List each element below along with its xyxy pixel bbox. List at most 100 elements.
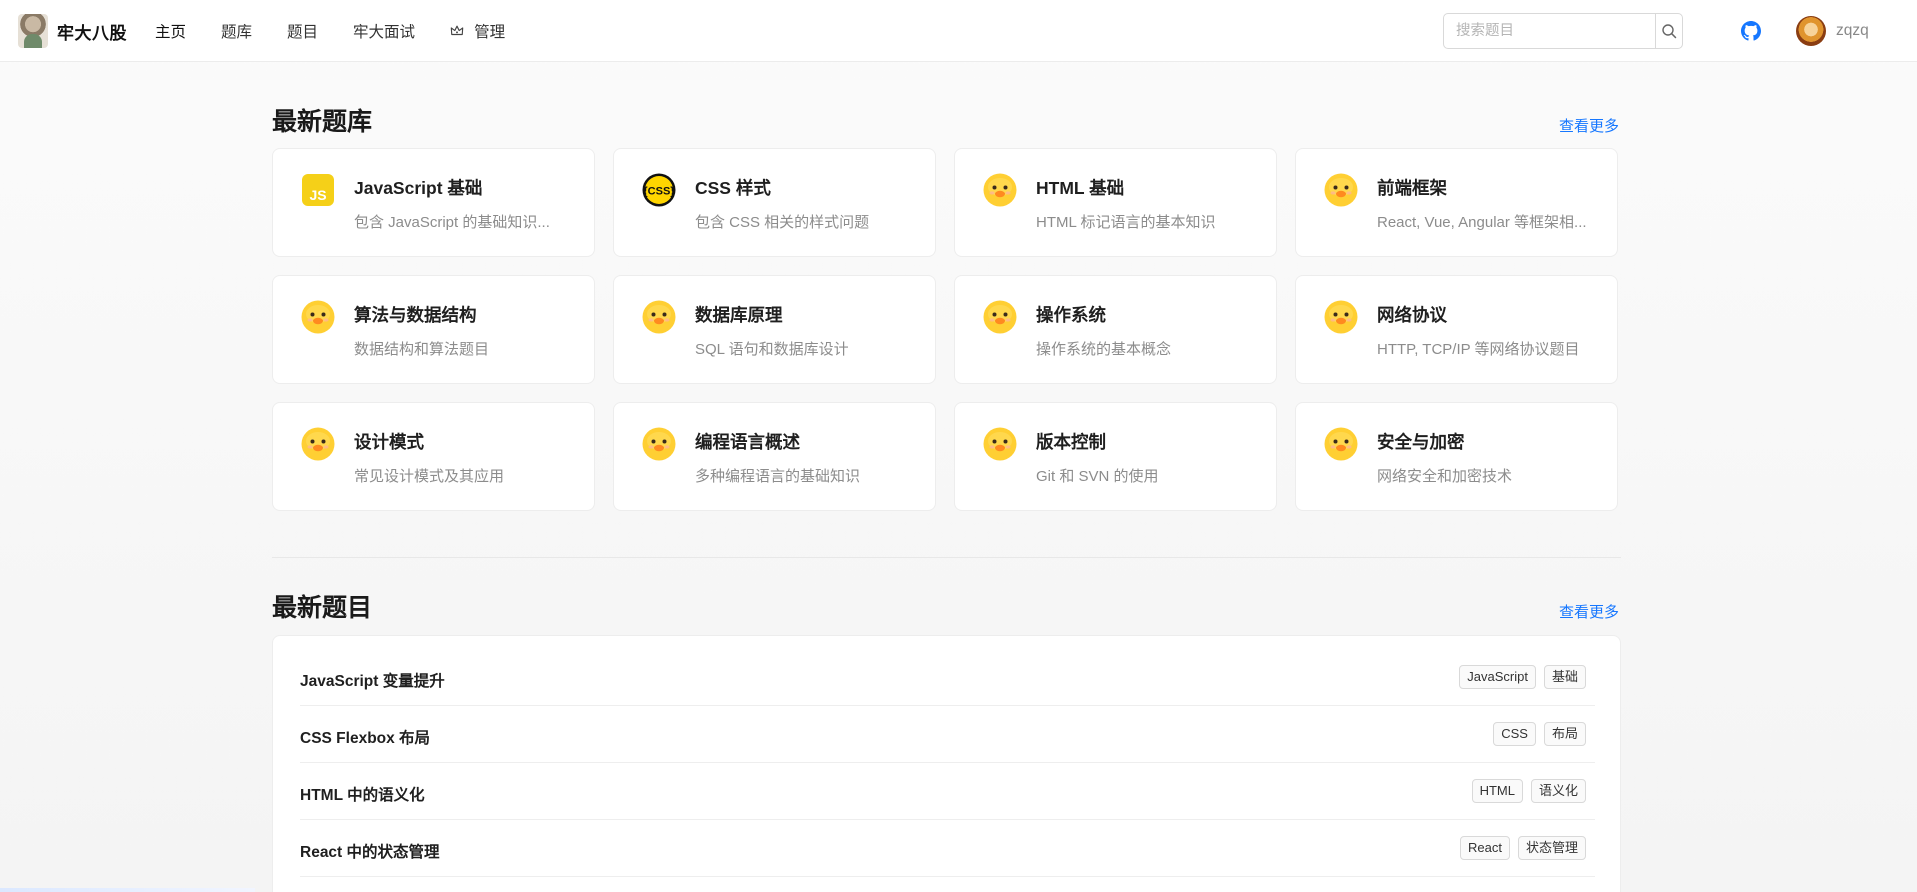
- duck-icon: [1324, 300, 1358, 334]
- tag-badge[interactable]: 基础: [1543, 665, 1586, 689]
- question-list: JavaScript 变量提升 JavaScript 基础 CSS Flexbox 布…: [272, 635, 1621, 892]
- bank-card-title: JavaScript 基础: [354, 178, 483, 198]
- crown-icon: [450, 25, 464, 36]
- question-title: HTML 中的语义化: [300, 787, 425, 804]
- bank-card-title: 版本控制: [1036, 432, 1106, 452]
- bank-card-title: 前端框架: [1377, 178, 1447, 198]
- logo-image: [18, 14, 48, 48]
- duck-icon: [983, 427, 1017, 461]
- bank-card[interactable]: 网络协议 HTTP, TCP/IP 等网络协议题目: [1295, 275, 1618, 384]
- nav-questions-label: 题目: [287, 24, 319, 41]
- nav-banks[interactable]: 题库: [221, 20, 252, 42]
- bank-card-title: 操作系统: [1036, 305, 1106, 325]
- bank-card[interactable]: 前端框架 React, Vue, Angular 等框架相...: [1295, 148, 1618, 257]
- bank-card[interactable]: 操作系统操作系统的基本概念: [954, 275, 1277, 384]
- duck-icon: [1324, 173, 1358, 207]
- question-row[interactable]: HTML 中的语义化 HTML 语义化: [300, 763, 1595, 820]
- bank-card-title: 算法与数据结构: [354, 305, 477, 325]
- tag-badge[interactable]: HTML: [1471, 779, 1523, 803]
- bank-card[interactable]: 编程语言概述 多种编程语言的基础知识: [613, 402, 936, 511]
- search-input[interactable]: [1444, 14, 1655, 48]
- duck-icon: [983, 300, 1017, 334]
- bank-card-desc: 包含 CSS 相关的样式问题: [695, 214, 870, 231]
- duck-icon: [983, 173, 1017, 207]
- bank-card[interactable]: JS JavaScript 基础包含 JavaScript 的基础知识...: [272, 148, 595, 257]
- bank-card-desc: React, Vue, Angular 等框架相...: [1377, 214, 1587, 231]
- duck-icon: [642, 427, 676, 461]
- question-tags: HTML 语义化: [1471, 779, 1586, 803]
- search-box: [1443, 13, 1683, 49]
- bank-card-title: 编程语言概述: [695, 432, 800, 452]
- main-nav: 主页 题库 题目 牢大面试 管理: [155, 0, 540, 62]
- duck-icon: [642, 300, 676, 334]
- bank-card[interactable]: {CSS} CSS 样式包含 CSS 相关的样式问题: [613, 148, 936, 257]
- question-tags: CSS 布局: [1493, 722, 1586, 746]
- question-tags: JavaScript 基础: [1459, 665, 1586, 689]
- bottom-strip: [0, 888, 255, 892]
- tag-badge[interactable]: React: [1460, 836, 1510, 860]
- question-row[interactable]: React 中的状态管理 React 状态管理: [300, 820, 1595, 877]
- section-divider: [272, 557, 1621, 558]
- svg-text:JS: JS: [309, 187, 326, 203]
- banks-more-link[interactable]: 查看更多: [1559, 115, 1619, 136]
- avatar: [1796, 16, 1826, 46]
- bank-card-title: 网络协议: [1377, 305, 1447, 325]
- bank-card-desc: 网络安全和加密技术: [1377, 468, 1513, 485]
- question-title: JavaScript 变量提升: [300, 673, 445, 690]
- bank-card-desc: 数据结构和算法题目: [354, 341, 490, 358]
- nav-interview-label: 牢大面试: [353, 24, 416, 41]
- tag-badge[interactable]: CSS: [1493, 722, 1536, 746]
- nav-interview[interactable]: 牢大面试: [353, 20, 415, 42]
- tag-badge[interactable]: 布局: [1543, 722, 1586, 746]
- bank-card[interactable]: 设计模式常见设计模式及其应用: [272, 402, 595, 511]
- tag-badge[interactable]: JavaScript: [1459, 665, 1536, 689]
- questions-section-title: 最新题目: [272, 594, 373, 622]
- bank-card[interactable]: 安全与加密网络安全和加密技术: [1295, 402, 1618, 511]
- site-logo[interactable]: 牢大八股: [18, 14, 127, 48]
- bank-card-desc: HTML 标记语言的基本知识: [1036, 214, 1216, 231]
- bank-card-desc: 操作系统的基本概念: [1036, 341, 1172, 358]
- duck-icon: [301, 427, 335, 461]
- question-title: React 中的状态管理: [300, 844, 440, 861]
- github-icon[interactable]: [1741, 21, 1761, 41]
- bank-card-title: 安全与加密: [1377, 432, 1465, 452]
- svg-text:{CSS}: {CSS}: [643, 186, 675, 198]
- bank-card-desc: SQL 语句和数据库设计: [695, 341, 849, 358]
- username: zqzq: [1836, 22, 1869, 39]
- nav-home-label: 主页: [155, 24, 187, 41]
- bank-card-title: 数据库原理: [695, 305, 783, 325]
- nav-admin-label: 管理: [474, 24, 506, 41]
- bank-card[interactable]: 版本控制 Git 和 SVN 的使用: [954, 402, 1277, 511]
- duck-icon: [1324, 427, 1358, 461]
- bank-card-title: CSS 样式: [695, 178, 771, 198]
- bank-card-title: HTML 基础: [1036, 178, 1125, 198]
- bank-card-desc: Git 和 SVN 的使用: [1036, 468, 1159, 485]
- nav-admin[interactable]: 管理: [450, 20, 505, 42]
- nav-questions[interactable]: 题目: [287, 20, 318, 42]
- question-row[interactable]: JavaScript 变量提升 JavaScript 基础: [300, 649, 1595, 706]
- bank-card[interactable]: 数据库原理 SQL 语句和数据库设计: [613, 275, 936, 384]
- js-icon: JS: [301, 173, 335, 207]
- bank-card-desc: HTTP, TCP/IP 等网络协议题目: [1377, 341, 1580, 358]
- bank-card[interactable]: 算法与数据结构 数据结构和算法题目: [272, 275, 595, 384]
- bank-card[interactable]: HTML 基础 HTML 标记语言的基本知识: [954, 148, 1277, 257]
- logo-text: 牢大八股: [57, 23, 127, 43]
- question-title: CSS Flexbox 布局: [300, 730, 431, 747]
- search-button[interactable]: [1655, 14, 1682, 48]
- tag-badge[interactable]: 状态管理: [1517, 836, 1586, 860]
- search-icon: [1662, 24, 1677, 39]
- question-tags: React 状态管理: [1460, 836, 1586, 860]
- bank-card-desc: 常见设计模式及其应用: [354, 468, 505, 485]
- nav-home[interactable]: 主页: [155, 20, 186, 42]
- question-row[interactable]: CSS Flexbox 布局 CSS 布局: [300, 706, 1595, 763]
- bank-card-title: 设计模式: [354, 432, 424, 452]
- questions-more-link[interactable]: 查看更多: [1559, 601, 1619, 622]
- css-icon: {CSS}: [642, 173, 676, 207]
- duck-icon: [301, 300, 335, 334]
- nav-banks-label: 题库: [221, 24, 253, 41]
- user-menu[interactable]: zqzq: [1796, 16, 1869, 46]
- banks-section-title: 最新题库: [272, 108, 373, 136]
- top-navbar: 牢大八股 主页 题库 题目 牢大面试 管理 zqzq: [0, 0, 1917, 62]
- tag-badge[interactable]: 语义化: [1530, 779, 1586, 803]
- bank-card-desc: 包含 JavaScript 的基础知识...: [354, 214, 550, 231]
